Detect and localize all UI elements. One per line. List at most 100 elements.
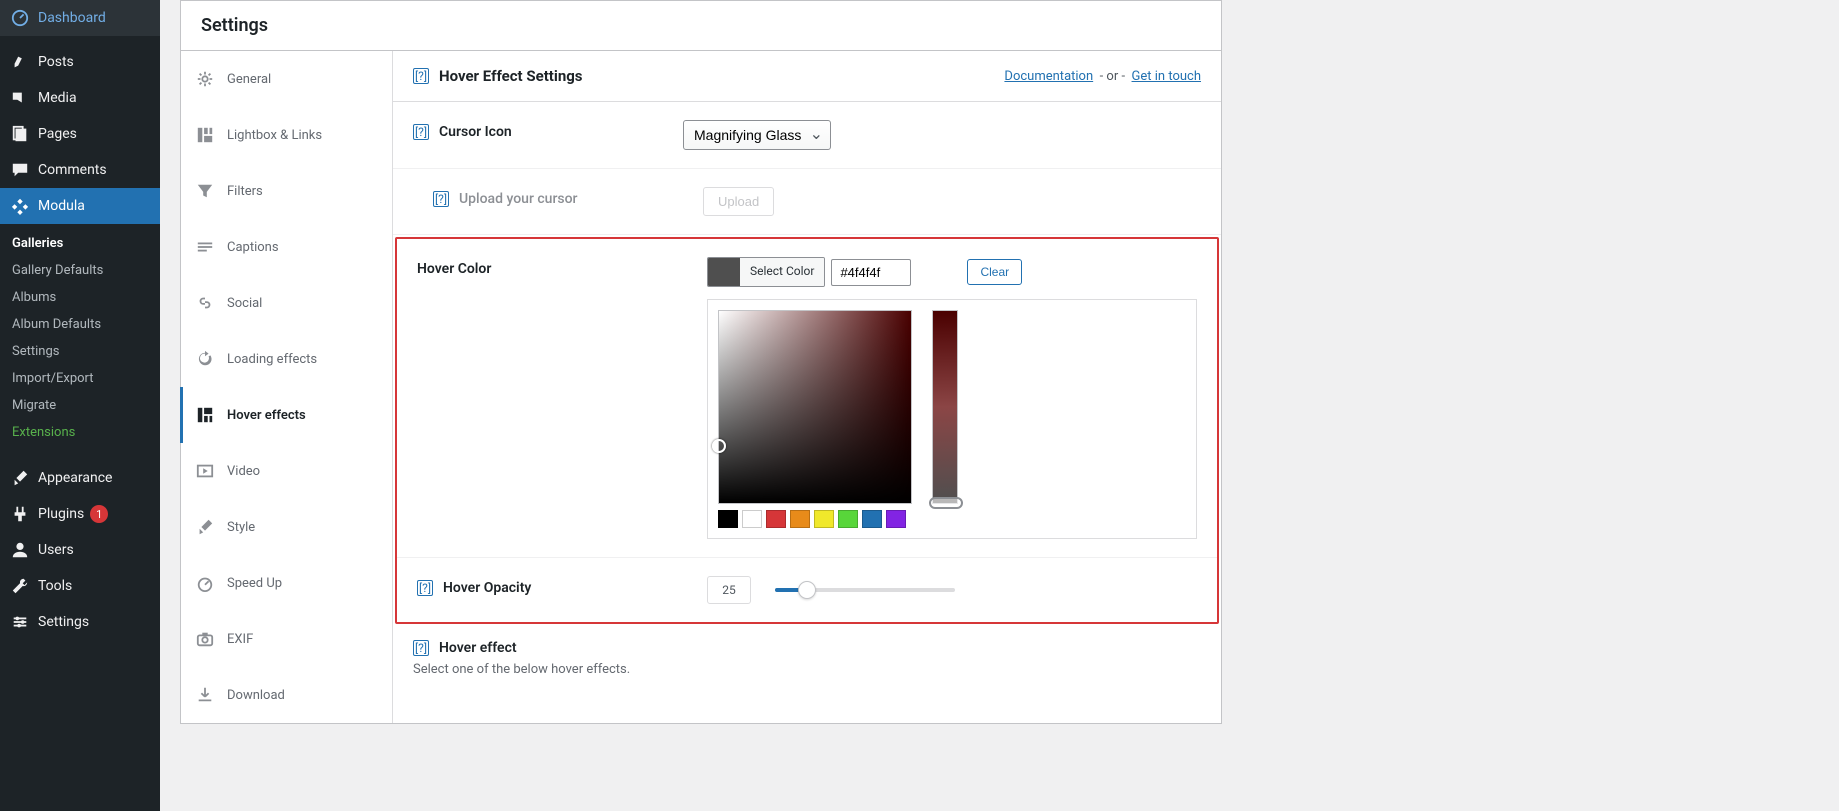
filter-icon <box>195 181 215 201</box>
menu-label: Plugins <box>38 506 84 522</box>
submenu-import-export[interactable]: Import/Export <box>0 365 160 392</box>
camera-icon <box>195 629 215 649</box>
tab-label: Video <box>227 464 260 479</box>
tab-general[interactable]: General <box>181 51 392 107</box>
hover-opacity-label: Hover Opacity <box>443 580 531 596</box>
swatch-yellow[interactable] <box>814 510 834 528</box>
settings-panel: Settings General Lightbox & Links Filter… <box>180 0 1222 724</box>
wrench-icon <box>10 576 30 596</box>
grid-icon <box>195 125 215 145</box>
section-title: Hover Effect Settings <box>439 67 583 85</box>
upload-cursor-label: Upload your cursor <box>459 191 578 207</box>
menu-comments[interactable]: Comments <box>0 152 160 188</box>
help-icon[interactable]: [?] <box>413 640 429 656</box>
help-icon[interactable]: [?] <box>417 580 433 596</box>
swatch-white[interactable] <box>742 510 762 528</box>
submenu-settings[interactable]: Settings <box>0 338 160 365</box>
menu-modula[interactable]: Modula <box>0 188 160 224</box>
submenu-albums[interactable]: Albums <box>0 284 160 311</box>
brush-icon <box>195 517 215 537</box>
plug-icon <box>10 504 30 524</box>
menu-label: Users <box>38 542 74 558</box>
hover-color-row: Hover Color Select Color Clear <box>397 239 1217 558</box>
swatch-red[interactable] <box>766 510 786 528</box>
tab-speed[interactable]: Speed Up <box>181 555 392 611</box>
menu-label: Pages <box>38 126 77 142</box>
opacity-value[interactable]: 25 <box>707 576 751 604</box>
upload-cursor-row: [?] Upload your cursor Upload <box>393 169 1221 235</box>
gear-icon <box>10 612 30 632</box>
user-icon <box>10 540 30 560</box>
swatch-purple[interactable] <box>886 510 906 528</box>
menu-pages[interactable]: Pages <box>0 116 160 152</box>
color-hex-input[interactable] <box>831 259 911 286</box>
tab-label: Hover effects <box>227 408 306 423</box>
tab-label: Speed Up <box>227 576 282 591</box>
hue-slider[interactable] <box>932 310 958 504</box>
dashboard-icon <box>10 8 30 28</box>
menu-label: Posts <box>38 54 74 70</box>
tab-style[interactable]: Style <box>181 499 392 555</box>
tab-label: Captions <box>227 240 279 255</box>
sv-handle[interactable] <box>712 439 726 453</box>
tab-hover-effects[interactable]: Hover effects <box>180 387 392 443</box>
tab-label: General <box>227 72 271 87</box>
tab-label: Filters <box>227 184 263 199</box>
tab-loading[interactable]: Loading effects <box>181 331 392 387</box>
tab-label: EXIF <box>227 632 253 647</box>
help-icon[interactable]: [?] <box>413 124 429 140</box>
tab-label: Loading effects <box>227 352 317 367</box>
panel-title: Settings <box>181 1 1221 51</box>
wp-admin-sidebar: Dashboard Posts Media Pages Comments Mod… <box>0 0 160 811</box>
submenu-galleries[interactable]: Galleries <box>0 230 160 257</box>
menu-settings[interactable]: Settings <box>0 604 160 640</box>
tab-exif[interactable]: EXIF <box>181 611 392 667</box>
tab-social[interactable]: Social <box>181 275 392 331</box>
menu-dashboard[interactable]: Dashboard <box>0 0 160 36</box>
contact-link[interactable]: Get in touch <box>1132 69 1201 84</box>
page-icon <box>10 124 30 144</box>
tab-video[interactable]: Video <box>181 443 392 499</box>
tab-lightbox[interactable]: Lightbox & Links <box>181 107 392 163</box>
plugins-badge: 1 <box>90 505 108 523</box>
submenu-gallery-defaults[interactable]: Gallery Defaults <box>0 257 160 284</box>
swatch-orange[interactable] <box>790 510 810 528</box>
menu-media[interactable]: Media <box>0 80 160 116</box>
help-icon[interactable]: [?] <box>413 68 429 84</box>
menu-label: Comments <box>38 162 107 178</box>
tab-captions[interactable]: Captions <box>181 219 392 275</box>
submenu-migrate[interactable]: Migrate <box>0 392 160 419</box>
hover-opacity-row: [?] Hover Opacity 25 <box>397 558 1217 622</box>
swatch-green[interactable] <box>838 510 858 528</box>
link-icon <box>195 293 215 313</box>
tab-label: Lightbox & Links <box>227 128 322 143</box>
menu-label: Dashboard <box>38 10 106 26</box>
menu-plugins[interactable]: Plugins 1 <box>0 496 160 532</box>
tab-download[interactable]: Download <box>181 667 392 723</box>
documentation-link[interactable]: Documentation <box>1004 69 1093 84</box>
swatch-blue[interactable] <box>862 510 882 528</box>
menu-label: Tools <box>38 578 72 594</box>
select-color-button[interactable]: Select Color <box>707 257 825 287</box>
hover-icon <box>195 405 215 425</box>
menu-appearance[interactable]: Appearance <box>0 460 160 496</box>
caption-icon <box>195 237 215 257</box>
slider-thumb[interactable] <box>798 581 816 599</box>
cursor-icon-label: Cursor Icon <box>439 124 512 140</box>
menu-label: Modula <box>38 198 85 214</box>
submenu-extensions[interactable]: Extensions <box>0 419 160 446</box>
hover-effect-label: Hover effect <box>439 640 517 656</box>
clear-color-button[interactable]: Clear <box>967 259 1022 285</box>
menu-posts[interactable]: Posts <box>0 44 160 80</box>
menu-users[interactable]: Users <box>0 532 160 568</box>
help-icon[interactable]: [?] <box>433 191 449 207</box>
swatch-black[interactable] <box>718 510 738 528</box>
opacity-slider[interactable] <box>775 588 955 592</box>
saturation-value-area[interactable] <box>718 310 912 504</box>
menu-tools[interactable]: Tools <box>0 568 160 604</box>
submenu-album-defaults[interactable]: Album Defaults <box>0 311 160 338</box>
tab-filters[interactable]: Filters <box>181 163 392 219</box>
upload-button[interactable]: Upload <box>703 187 774 216</box>
hue-handle[interactable] <box>929 497 963 509</box>
cursor-icon-select[interactable]: Magnifying Glass <box>683 120 831 150</box>
